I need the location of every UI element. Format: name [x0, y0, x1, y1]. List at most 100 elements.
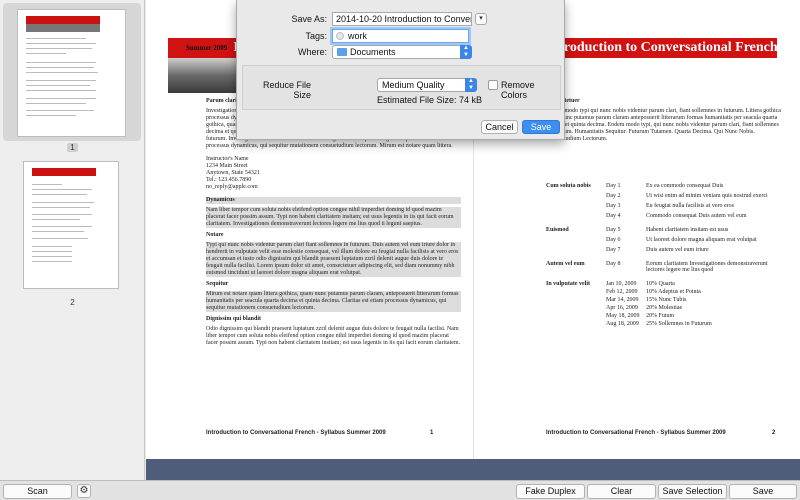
schedule-text: 25% Sollemnes in Futurum [646, 321, 712, 327]
thumb-line [26, 98, 96, 99]
page-thumbnail-sidebar: 1 2 [0, 0, 145, 480]
schedule-day: Jan 10, 2009 [606, 281, 637, 287]
thumb-line [32, 231, 84, 232]
thumb-line [32, 184, 62, 185]
page-1-footer-number: 1 [430, 430, 434, 436]
tag-text: work [348, 31, 368, 41]
thumbnail-page-2-wrap[interactable] [3, 156, 141, 294]
thumb-line [32, 256, 72, 257]
para-sequitur: Mirum est notare quam littera gothica, q… [206, 291, 461, 312]
schedule-day: Apr 16, 2009 [606, 305, 638, 311]
thumb-banner [32, 168, 96, 176]
page-2-banner: Introduction to Conversational French [546, 38, 777, 58]
page-2-footer-number: 2 [772, 430, 776, 436]
fake-duplex-button[interactable]: Fake Duplex [516, 484, 585, 499]
contact-block: Instructor's Name 1234 Main Street Anyto… [206, 156, 461, 191]
thumbnail-page-1-number: 1 [0, 143, 145, 152]
popup-arrows-icon: ▲ ▼ [465, 78, 477, 92]
quality-popup[interactable]: Medium Quality ▲ ▼ [377, 78, 477, 92]
settings-button[interactable]: ⚙ [77, 484, 91, 498]
popup-arrows-icon: ▲ ▼ [460, 45, 472, 59]
estimated-file-size: Estimated File Size: 74 kB [377, 95, 483, 105]
para-notare: Typi qui nunc nobis videntur parum clari… [206, 242, 461, 277]
contact-email: no_reply@apple.com [206, 184, 258, 190]
schedule-day: Day 2 [606, 193, 621, 199]
schedule-day: Feb 12, 2009 [606, 289, 638, 295]
schedule-text: Ex ea commodo consequat Duis [646, 183, 724, 189]
where-label: Where: [297, 47, 327, 57]
thumb-line [26, 72, 98, 73]
thumbnail-page-2[interactable] [23, 161, 119, 289]
schedule-label: Cum soluta nobis [546, 183, 591, 189]
thumb-line [26, 85, 90, 86]
thumb-line [26, 43, 96, 44]
page-1-footer-title: Introduction to Conversational French - … [206, 430, 386, 436]
contact-name: Instructor's Name [206, 156, 249, 162]
tags-field[interactable]: work [332, 29, 469, 43]
page-2-heading: Consectetuer [546, 98, 781, 105]
thumb-line [26, 110, 94, 111]
thumb-line [26, 53, 66, 54]
thumb-line [32, 194, 87, 195]
thumb-line [26, 90, 96, 91]
save-as-label: Save As: [291, 14, 327, 24]
schedule-day: Day 1 [606, 183, 621, 189]
thumb-line [32, 207, 90, 208]
pdf-options-panel: Reduce File Size Medium Quality ▲ ▼ Remove… [242, 65, 561, 110]
thumb-banner [26, 16, 100, 24]
tag-token-icon [336, 32, 344, 40]
remove-colors-checkbox[interactable] [488, 80, 498, 90]
thumbnail-page-1[interactable] [17, 9, 126, 137]
schedule-text: 10% Quarta [646, 281, 675, 287]
heading-sequitur: Sequitur [206, 281, 229, 287]
cancel-button[interactable]: Cancel [481, 120, 518, 134]
schedule-text: Ut wisi enim ad minim veniam quis nostru… [646, 193, 768, 199]
page-2-footer-title: Introduction to Conversational French - … [546, 430, 726, 436]
thumb-line [32, 219, 80, 220]
thumbnail-page-2-number: 2 [70, 298, 75, 307]
expand-dialog-button[interactable]: ▾ [475, 13, 487, 25]
thumb-line [32, 202, 94, 203]
schedule-day: Day 6 [606, 237, 621, 243]
thumb-photo [26, 24, 100, 32]
thumb-line [32, 251, 72, 252]
chevron-down-icon: ▾ [479, 15, 483, 22]
thumbnail-page-1-selection[interactable] [3, 3, 141, 141]
toolbar-save-button[interactable]: Save [729, 484, 797, 499]
heading-dignissim: Dignissim qui blandit [206, 316, 262, 322]
save-button[interactable]: Save [522, 120, 560, 134]
contact-phone: Tel.: 123.456.7890 [206, 177, 252, 183]
thumb-line [26, 67, 94, 68]
thumb-line [32, 189, 92, 190]
schedule-day: Day 8 [606, 261, 621, 267]
thumb-line [26, 103, 86, 104]
bottom-toolbar: Scan ⚙ Fake Duplex Clear Save Selection … [0, 480, 800, 500]
where-value: Documents [350, 47, 396, 57]
thumb-line [26, 115, 76, 116]
banner-small-text: Summer 2009 [186, 44, 228, 52]
folder-icon [337, 48, 347, 56]
tags-label: Tags: [305, 31, 327, 41]
thumb-line [32, 261, 72, 262]
heading-notare: Notare [206, 232, 224, 238]
where-popup[interactable]: Documents ▲ ▼ [332, 45, 472, 59]
thumb-line [26, 62, 96, 63]
schedule-label: In vulputate velit [546, 281, 591, 287]
schedule-label: Euismod [546, 227, 569, 233]
schedule-day: May 18, 2009 [606, 313, 640, 319]
reduce-file-size-label: Reduce File Size [262, 80, 311, 100]
contact-street: 1234 Main Street [206, 163, 248, 169]
banner-title-2: Introduction to Conversational French [546, 40, 777, 55]
schedule-text: 15% Nunc Tubis [646, 297, 687, 303]
schedule-table: Cum soluta nobis Day 1 Ex ea commodo conse… [546, 183, 786, 327]
scan-button[interactable]: Scan [3, 484, 72, 499]
schedule-text: 10% Adeptus et Pointa [646, 289, 701, 295]
clear-button[interactable]: Clear [587, 484, 656, 499]
para-dynamicus: Nam liber tempor cum soluta nobis eleife… [206, 207, 461, 228]
save-as-field[interactable]: 2014-10-20 Introduction to Conversatio [332, 12, 472, 26]
schedule-text: Habent claritatem insitam est usus [646, 227, 729, 233]
save-selection-button[interactable]: Save Selection [658, 484, 727, 499]
thumb-line [32, 214, 92, 215]
quality-value: Medium Quality [382, 80, 445, 90]
remove-colors-label: Remove Colors [501, 80, 535, 100]
